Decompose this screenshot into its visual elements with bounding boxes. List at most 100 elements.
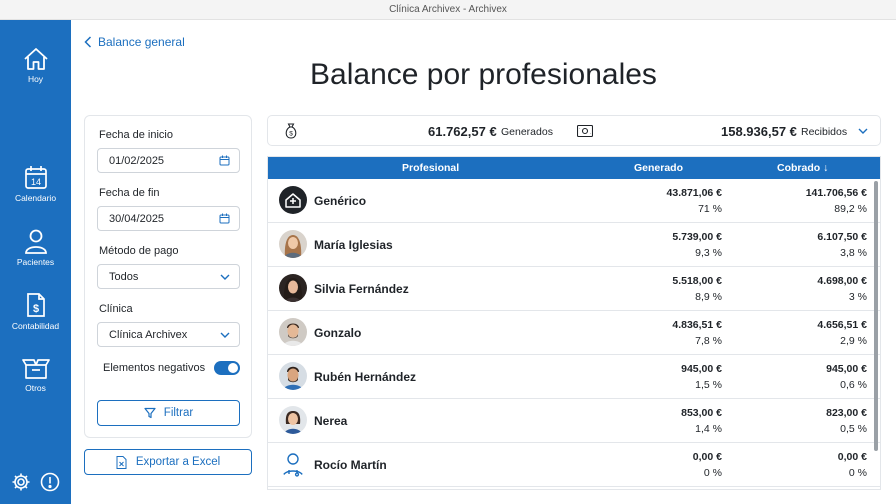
generated-percent: 1,5 % [695, 379, 722, 391]
negatives-row: Elementos negativos [103, 361, 240, 375]
sidebar-item-contabilidad[interactable]: $ Contabilidad [0, 292, 71, 331]
collected-amount: 823,00 € [826, 407, 867, 419]
received-label: Recibidos [801, 126, 848, 138]
negatives-toggle[interactable] [214, 361, 240, 375]
collected-percent: 0,5 % [840, 423, 867, 435]
table-scrollbar[interactable] [874, 181, 878, 451]
collected-percent: 3 % [848, 291, 867, 303]
export-excel-button[interactable]: Exportar a Excel [84, 449, 252, 475]
calendar-day: 14 [30, 177, 40, 187]
professional-name: Silvia Fernández [314, 282, 409, 296]
avatar [279, 230, 307, 258]
table-row[interactable]: Nerea 853,00 € 1,4 % 823,00 € 0,5 % [268, 399, 880, 443]
table-row[interactable]: María Iglesias 5.739,00 € 9,3 % 6.107,50… [268, 223, 880, 267]
generated-percent: 9,3 % [695, 247, 722, 259]
payment-method-label: Método de pago [99, 245, 179, 257]
table-row[interactable]: Genérico 43.871,06 € 71 % 141.706,56 € 8… [268, 179, 880, 223]
collected-amount: 141.706,56 € [805, 187, 867, 199]
end-date-value: 30/04/2025 [109, 212, 165, 225]
collected-amount: 945,00 € [826, 363, 867, 375]
clinic-label: Clínica [99, 303, 133, 315]
sidebar-item-hoy[interactable]: Hoy [0, 47, 71, 84]
money-bag-icon: $ [285, 123, 297, 139]
column-header-generated[interactable]: Generado [634, 162, 683, 174]
professional-name: María Iglesias [314, 238, 393, 252]
generated-amount: 853,00 € [681, 407, 722, 419]
sidebar-item-label: Otros [25, 383, 46, 393]
payment-method-select[interactable]: Todos [97, 264, 240, 289]
summary-bar: $ 61.762,57 € Generados 158.936,57 € Rec… [267, 115, 881, 146]
generated-percent: 1,4 % [695, 423, 722, 435]
gear-icon[interactable] [11, 472, 31, 492]
box-icon [21, 359, 50, 379]
filter-button[interactable]: Filtrar [97, 400, 240, 426]
avatar [279, 318, 307, 346]
professional-name: Rubén Hernández [314, 370, 417, 384]
table-row[interactable]: Gonzalo 4.836,51 € 7,8 % 4.656,51 € 2,9 … [268, 311, 880, 355]
page-title: Balance por profesionales [310, 58, 657, 91]
clinic-select[interactable]: Clínica Archivex [97, 322, 240, 347]
end-date-label: Fecha de fin [99, 187, 160, 199]
professionals-table: Profesional Generado Cobrado ↓ Genérico … [267, 156, 881, 490]
clinic-logo-avatar [279, 186, 307, 214]
professional-name: Genérico [314, 194, 367, 208]
generated-amount: 43.871,06 € [666, 187, 722, 199]
avatar [279, 274, 307, 302]
sidebar-bottom [0, 472, 71, 492]
professional-name: Nerea [314, 414, 348, 428]
negatives-label: Elementos negativos [103, 362, 206, 374]
calendar-icon [219, 155, 230, 166]
alert-icon[interactable] [40, 472, 60, 492]
generated-total: 61.762,57 € [428, 124, 497, 139]
column-header-collected[interactable]: Cobrado ↓ [777, 162, 828, 174]
professional-name: Gonzalo [314, 326, 362, 340]
chevron-down-icon [220, 274, 230, 280]
generated-percent: 8,9 % [695, 291, 722, 303]
chevron-down-icon[interactable] [858, 128, 868, 134]
back-link[interactable]: Balance general [84, 35, 185, 49]
export-excel-label: Exportar a Excel [135, 456, 221, 468]
professional-name: Rocío Martín [314, 458, 387, 472]
start-date-label: Fecha de inicio [99, 129, 173, 141]
generated-amount: 5.739,00 € [672, 231, 722, 243]
generated-amount: 945,00 € [681, 363, 722, 375]
home-icon [23, 48, 48, 70]
table-row[interactable]: Rubén Hernández 945,00 € 1,5 % 945,00 € … [268, 355, 880, 399]
generated-amount: 4.836,51 € [672, 319, 722, 331]
back-link-label: Balance general [98, 35, 185, 49]
end-date-field[interactable]: 30/04/2025 [97, 206, 240, 231]
generated-amount: 0,00 € [692, 451, 722, 463]
table-header: Profesional Generado Cobrado ↓ [268, 157, 880, 179]
table-row[interactable]: Silvia Fernández 5.518,00 € 8,9 % 4.698,… [268, 267, 880, 311]
sidebar-item-label: Pacientes [16, 257, 55, 267]
sidebar-item-label: Hoy [27, 74, 44, 84]
excel-file-icon [116, 455, 127, 469]
table-row[interactable]: Rocío Martín 0,00 € 0 % 0,00 € 0 % [268, 443, 880, 487]
invoice-icon: $ [26, 293, 45, 317]
filter-button-label: Filtrar [163, 407, 194, 419]
person-icon [24, 229, 47, 254]
generated-amount: 5.518,00 € [672, 275, 722, 287]
collected-amount: 6.107,50 € [817, 231, 867, 243]
collected-amount: 4.698,00 € [817, 275, 867, 287]
chevron-left-icon [84, 36, 92, 48]
window-title: Clínica Archivex - Archivex [389, 4, 507, 15]
start-date-value: 01/02/2025 [109, 154, 165, 167]
clinic-value: Clínica Archivex [109, 328, 188, 341]
received-total: 158.936,57 € [721, 124, 797, 139]
collected-percent: 2,9 % [840, 335, 867, 347]
calendar-icon: 14 [24, 166, 47, 189]
collected-percent: 89,2 % [834, 203, 867, 215]
doctor-icon [279, 450, 307, 478]
column-header-professional[interactable]: Profesional [402, 162, 459, 174]
funnel-icon [144, 407, 156, 419]
sidebar-item-label: Calendario [14, 193, 57, 203]
sidebar-item-otros[interactable]: Otros [0, 356, 71, 393]
sidebar-item-pacientes[interactable]: Pacientes [0, 229, 71, 267]
svg-text:$: $ [289, 131, 293, 138]
sidebar: Hoy 14 Calendario Pacientes $ Contabilid… [0, 20, 71, 504]
start-date-field[interactable]: 01/02/2025 [97, 148, 240, 173]
window-titlebar: Clínica Archivex - Archivex [0, 0, 896, 20]
sidebar-item-calendario[interactable]: 14 Calendario [0, 165, 71, 203]
collected-amount: 0,00 € [837, 451, 867, 463]
